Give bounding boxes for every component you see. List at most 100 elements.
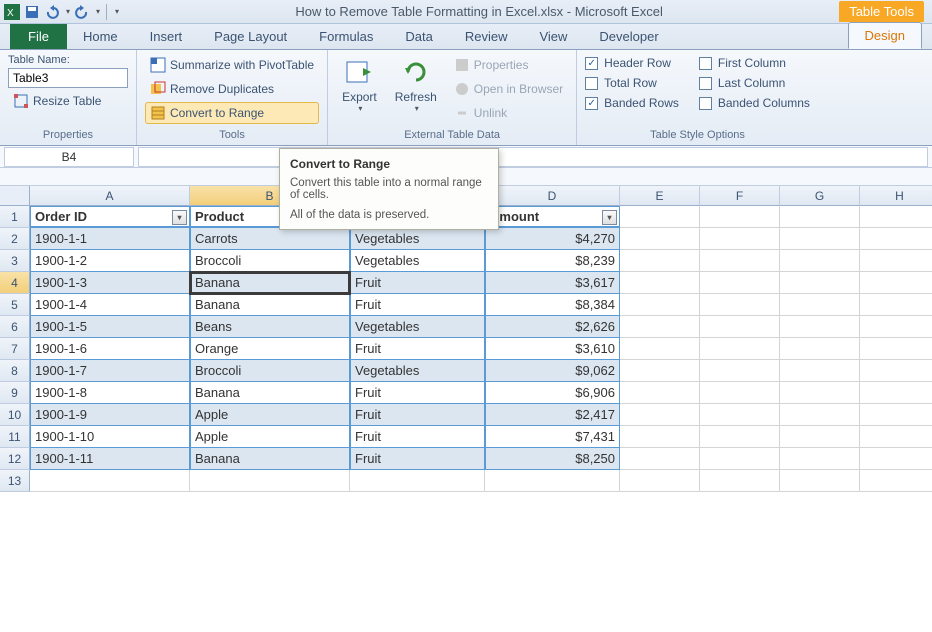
cell[interactable]	[620, 272, 700, 294]
cell[interactable]	[620, 360, 700, 382]
worksheet-grid[interactable]: ABCDEFGH1Order ID▾Product▾Category▾Amoun…	[0, 186, 932, 492]
row-header[interactable]: 5	[0, 294, 30, 316]
cell[interactable]	[700, 316, 780, 338]
table-name-input[interactable]	[8, 68, 128, 88]
cell[interactable]	[190, 470, 350, 492]
row-header[interactable]: 7	[0, 338, 30, 360]
cell[interactable]	[860, 470, 932, 492]
tab-developer[interactable]: Developer	[583, 24, 674, 49]
cell[interactable]	[620, 250, 700, 272]
cell[interactable]	[780, 272, 860, 294]
cell[interactable]	[860, 316, 932, 338]
cell[interactable]	[700, 404, 780, 426]
cell[interactable]: $3,610	[485, 338, 620, 360]
cell[interactable]: Carrots	[190, 228, 350, 250]
cell[interactable]	[620, 228, 700, 250]
select-all-corner[interactable]	[0, 186, 30, 206]
tab-insert[interactable]: Insert	[134, 24, 199, 49]
column-header[interactable]: F	[700, 186, 780, 206]
undo-dropdown-icon[interactable]: ▾	[66, 7, 70, 16]
cell[interactable]	[620, 206, 700, 228]
cell[interactable]	[620, 338, 700, 360]
cell[interactable]: 1900-1-5	[30, 316, 190, 338]
cell[interactable]: Fruit	[350, 382, 485, 404]
cell[interactable]	[780, 294, 860, 316]
cell[interactable]: $2,626	[485, 316, 620, 338]
cell[interactable]	[860, 294, 932, 316]
tab-view[interactable]: View	[523, 24, 583, 49]
cell[interactable]: Banana	[190, 448, 350, 470]
cell[interactable]	[620, 294, 700, 316]
filter-dropdown-icon[interactable]: ▾	[172, 210, 187, 225]
banded-rows-checkbox[interactable]: Banded Rows	[585, 94, 679, 112]
save-icon[interactable]	[24, 4, 40, 20]
cell[interactable]	[860, 426, 932, 448]
cell[interactable]	[780, 250, 860, 272]
row-header[interactable]: 10	[0, 404, 30, 426]
file-tab[interactable]: File	[10, 24, 67, 49]
cell[interactable]	[860, 250, 932, 272]
cell[interactable]	[620, 448, 700, 470]
last-column-checkbox[interactable]: Last Column	[699, 74, 810, 92]
cell[interactable]: $4,270	[485, 228, 620, 250]
cell[interactable]	[700, 382, 780, 404]
cell[interactable]	[860, 360, 932, 382]
cell[interactable]: $8,384	[485, 294, 620, 316]
cell[interactable]: $8,239	[485, 250, 620, 272]
convert-to-range-button[interactable]: Convert to Range	[145, 102, 319, 124]
cell[interactable]	[30, 470, 190, 492]
cell[interactable]: Banana	[190, 294, 350, 316]
cell[interactable]: Vegetables	[350, 250, 485, 272]
cell[interactable]	[780, 360, 860, 382]
cell[interactable]: 1900-1-9	[30, 404, 190, 426]
cell[interactable]	[700, 360, 780, 382]
row-header[interactable]: 8	[0, 360, 30, 382]
tab-formulas[interactable]: Formulas	[303, 24, 389, 49]
cell[interactable]: 1900-1-11	[30, 448, 190, 470]
table-header-cell[interactable]: Order ID▾	[30, 206, 190, 228]
cell[interactable]: Vegetables	[350, 316, 485, 338]
row-header[interactable]: 1	[0, 206, 30, 228]
row-header[interactable]: 4	[0, 272, 30, 294]
cell[interactable]: Vegetables	[350, 360, 485, 382]
tab-design[interactable]: Design	[848, 22, 922, 49]
cell[interactable]	[700, 294, 780, 316]
cell[interactable]	[780, 382, 860, 404]
cell[interactable]: Orange	[190, 338, 350, 360]
cell[interactable]	[350, 470, 485, 492]
cell[interactable]	[620, 470, 700, 492]
cell[interactable]: 1900-1-6	[30, 338, 190, 360]
refresh-button[interactable]: Refresh ▾	[389, 54, 443, 127]
name-box[interactable]: B4	[4, 147, 134, 167]
cell[interactable]	[780, 404, 860, 426]
cell[interactable]	[700, 470, 780, 492]
column-header[interactable]: D	[485, 186, 620, 206]
total-row-checkbox[interactable]: Total Row	[585, 74, 679, 92]
cell[interactable]: Banana	[190, 382, 350, 404]
row-header[interactable]: 9	[0, 382, 30, 404]
tab-data[interactable]: Data	[389, 24, 448, 49]
cell[interactable]	[485, 470, 620, 492]
cell[interactable]: Fruit	[350, 448, 485, 470]
tab-home[interactable]: Home	[67, 24, 134, 49]
column-header[interactable]: A	[30, 186, 190, 206]
cell[interactable]	[860, 272, 932, 294]
column-header[interactable]: G	[780, 186, 860, 206]
cell[interactable]	[620, 382, 700, 404]
cell[interactable]	[700, 272, 780, 294]
cell[interactable]	[860, 338, 932, 360]
cell[interactable]: 1900-1-1	[30, 228, 190, 250]
redo-dropdown-icon[interactable]: ▾	[96, 7, 100, 16]
cell[interactable]	[620, 426, 700, 448]
cell[interactable]: Banana	[190, 272, 350, 294]
summarize-pivottable-button[interactable]: Summarize with PivotTable	[145, 54, 319, 76]
table-header-cell[interactable]: Amount▾	[485, 206, 620, 228]
resize-table-button[interactable]: Resize Table	[8, 90, 128, 112]
cell[interactable]: $3,617	[485, 272, 620, 294]
cell[interactable]: Fruit	[350, 426, 485, 448]
cell[interactable]	[780, 448, 860, 470]
tab-review[interactable]: Review	[449, 24, 524, 49]
cell[interactable]	[780, 206, 860, 228]
cell[interactable]	[780, 426, 860, 448]
cell[interactable]	[860, 404, 932, 426]
